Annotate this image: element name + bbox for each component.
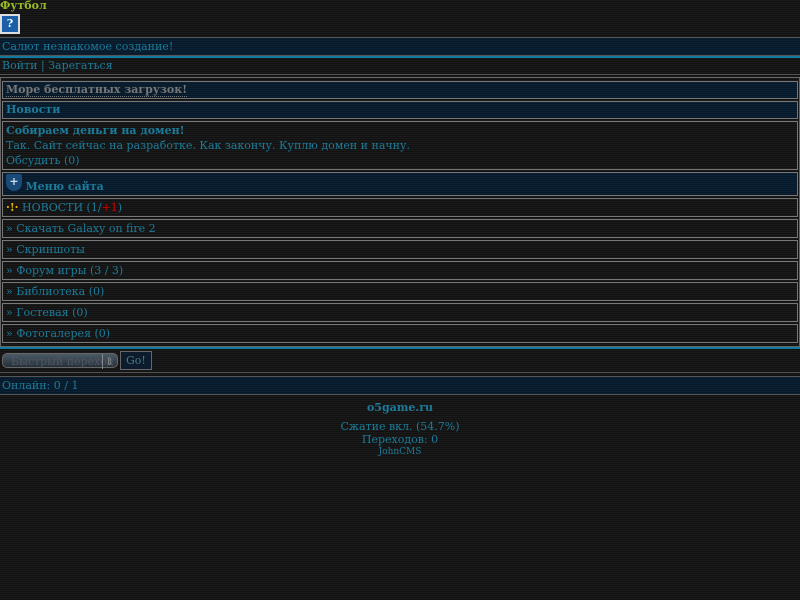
menu-item-label: Скачать Galaxy on fire 2 [16,222,156,235]
menu-item[interactable]: » Библиотека (0) [2,282,798,301]
select-value: Быстрый переход [11,355,114,368]
news-heading: Новости [2,101,798,119]
bullet-icon: » [6,306,13,319]
menu-item-news[interactable]: ·!· НОВОСТИ (1/+1) [2,198,798,217]
greeting-bar: Салют незнакомое создание! [0,37,800,56]
menu-item[interactable]: » Скачать Galaxy on fire 2 [2,219,798,238]
online-bar[interactable]: Онлайн: 0 / 1 [0,376,800,395]
site-link[interactable]: o5game.ru [0,401,800,414]
ad-link[interactable]: Море бесплатных загрузок! [6,83,188,97]
separator: | [37,59,49,72]
news-label: НОВОСТИ (1/ [22,201,102,214]
footer: o5game.ru Сжатие вкл. (54.7%) Переходов:… [0,401,800,459]
site-title: Футбол [0,0,47,12]
chevron-down-icon: ⇕ [101,354,114,369]
menu-item-label: Форум игры (3 / 3) [16,264,124,277]
menu-heading: + Меню сайта [2,172,798,196]
new-count: +1 [101,201,118,214]
bullet-icon: » [6,264,13,277]
bullet-icon: » [6,285,13,298]
help-icon[interactable]: ? [0,14,20,34]
menu-item[interactable]: » Фотогалерея (0) [2,324,798,343]
menu-title: Меню сайта [25,180,104,193]
alert-icon: ·!· [6,201,19,214]
news-text: Так. Сайт сейчас на разработке. Как зако… [6,139,410,152]
menu-item-label: Фотогалерея (0) [16,327,111,340]
discuss-link[interactable]: Обсудить (0) [6,153,794,168]
menu-item[interactable]: » Гостевая (0) [2,303,798,322]
ad-block: Море бесплатных загрузок! [2,81,798,99]
bullet-icon: » [6,222,13,235]
bullet-icon: » [6,327,13,340]
menu-item-label: Гостевая (0) [16,306,88,319]
login-link[interactable]: Войти [2,59,37,72]
bullet-icon: » [6,243,13,256]
go-button[interactable]: Go! [120,351,152,370]
news-item: Собираем деньги на домен! Так. Сайт сейч… [2,121,798,170]
register-link[interactable]: Зарегаться [48,59,112,72]
quick-jump-row: Быстрый переход ⇕ Go! [0,347,800,373]
engine-link[interactable]: JohnCMS [0,446,800,459]
news-close: ) [117,201,123,214]
transitions-count: Переходов: 0 [361,433,439,446]
main-content: Море бесплатных загрузок! Новости Собира… [0,77,800,347]
compression-status: Сжатие вкл. (54.7%) [340,420,460,433]
auth-bar: Войти | Зарегаться [0,58,800,75]
news-title: Собираем деньги на домен! [6,124,185,137]
quick-jump-select[interactable]: Быстрый переход ⇕ [2,353,118,369]
plus-shield-icon: + [6,174,22,191]
menu-item-label: Скриншоты [16,243,85,256]
menu-item-label: Библиотека (0) [16,285,105,298]
menu-item[interactable]: » Форум игры (3 / 3) [2,261,798,280]
menu-item[interactable]: » Скриншоты [2,240,798,259]
